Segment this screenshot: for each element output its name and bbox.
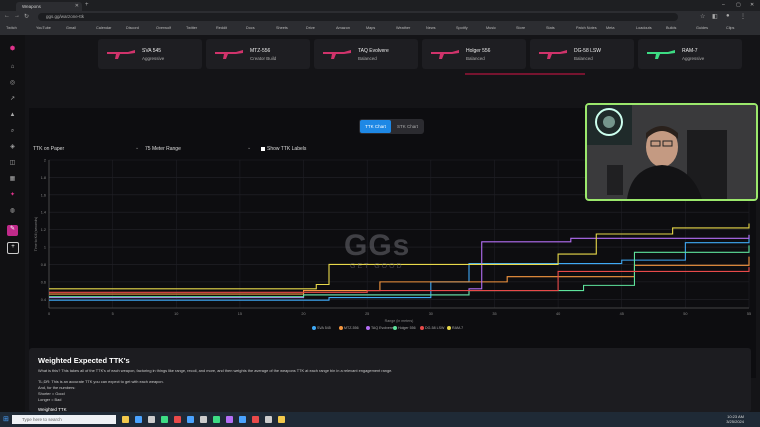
y-tick-label: 0.4 — [41, 298, 46, 302]
numbers-text: And, for the numbers: — [38, 385, 76, 390]
system-clock[interactable]: 10:23 AM 3/25/2024 — [726, 414, 744, 424]
y-tick-label: 1.2 — [41, 228, 46, 232]
legend-label: RAM-7 — [452, 326, 464, 330]
x-tick-label: 10 — [174, 312, 178, 316]
y-tick-label: 1.4 — [41, 211, 46, 215]
longer-text: Longer = Bad — [38, 397, 62, 402]
taskbar-app-icon[interactable] — [200, 416, 207, 423]
taskbar-app-icon[interactable] — [174, 416, 181, 423]
x-tick-label: 15 — [238, 312, 242, 316]
taskbar-app-icon[interactable] — [265, 416, 272, 423]
x-tick-label: 35 — [492, 312, 496, 316]
x-tick-label: 45 — [620, 312, 624, 316]
x-tick-label: 0 — [48, 312, 50, 316]
tldr-text: TL;DR: This is an accurate TTK you can e… — [38, 379, 164, 384]
x-tick-label: 55 — [747, 312, 751, 316]
taskbar-app-icon[interactable] — [239, 416, 246, 423]
explanation-text: What is this? This takes all of the TTK'… — [38, 368, 393, 373]
legend-item[interactable]: MTZ-556 — [339, 326, 359, 331]
windows-start-icon[interactable]: ⊞ — [3, 415, 9, 423]
legend-label: DG-58 LSW — [425, 326, 445, 330]
taskbar-app-icon[interactable] — [213, 416, 220, 423]
legend-label: TAQ Evolvere — [371, 326, 394, 330]
legend-item[interactable]: SVA 545 — [312, 326, 331, 331]
weighted-ttk-panel: Weighted Expected TTK's What is this? Th… — [29, 348, 751, 412]
legend-item[interactable]: Holger 556 — [393, 326, 416, 331]
taskbar-app-icon[interactable] — [148, 416, 155, 423]
taskbar-app-icon[interactable] — [278, 416, 285, 423]
y-tick-label: 1.8 — [41, 176, 46, 180]
legend-item[interactable]: DG-58 LSW — [420, 326, 445, 331]
legend-swatch — [447, 326, 451, 331]
y-tick-label: 2 — [44, 159, 46, 163]
legend-swatch — [312, 326, 316, 331]
y-tick-label: 0.8 — [41, 263, 46, 267]
clock-date: 3/25/2024 — [726, 419, 744, 424]
legend-swatch — [366, 326, 370, 331]
x-tick-label: 20 — [301, 312, 305, 316]
taskbar-app-icon[interactable] — [161, 416, 168, 423]
x-tick-label: 50 — [683, 312, 687, 316]
watermark-tagline: GET GOOD — [350, 263, 404, 270]
panel-title: Weighted Expected TTK's — [38, 356, 130, 365]
taskbar-app-icon[interactable] — [122, 416, 129, 423]
y-tick-label: 1.6 — [41, 193, 46, 197]
legend-swatch — [393, 326, 397, 331]
taskbar-search[interactable]: Type here to search — [12, 415, 116, 424]
x-tick-label: 30 — [429, 312, 433, 316]
legend-swatch — [420, 326, 424, 331]
x-axis-label: Range (in meters) — [385, 319, 414, 323]
legend-item[interactable]: RAM-7 — [447, 326, 464, 331]
taskbar-app-icon[interactable] — [226, 416, 233, 423]
x-tick-label: 5 — [112, 312, 114, 316]
taskbar-app-icon[interactable] — [252, 416, 259, 423]
taskbar-app-icon[interactable] — [187, 416, 194, 423]
legend-label: Holger 556 — [398, 326, 416, 330]
legend-swatch — [339, 326, 343, 331]
legend-label: MTZ-556 — [344, 326, 359, 330]
watermark-logo: GGs — [344, 229, 411, 262]
webcam-overlay — [585, 103, 758, 201]
taskbar-app-icon[interactable] — [135, 416, 142, 423]
x-tick-label: 25 — [365, 312, 369, 316]
shorter-text: Shorter = Good — [38, 391, 65, 396]
legend-label: SVA 545 — [317, 326, 331, 330]
y-axis-label: Time to Kill (seconds) — [34, 217, 38, 251]
ggs-watermark: GGs GET GOOD — [344, 229, 410, 270]
legend-item[interactable]: TAQ Evolvere — [366, 326, 394, 331]
y-tick-label: 0.6 — [41, 280, 46, 284]
webcam-image — [587, 105, 756, 199]
y-tick-label: 1 — [44, 246, 46, 250]
taskbar: ⊞ Type here to search 10:23 AM 3/25/2024 — [0, 412, 760, 427]
x-tick-label: 40 — [556, 312, 560, 316]
